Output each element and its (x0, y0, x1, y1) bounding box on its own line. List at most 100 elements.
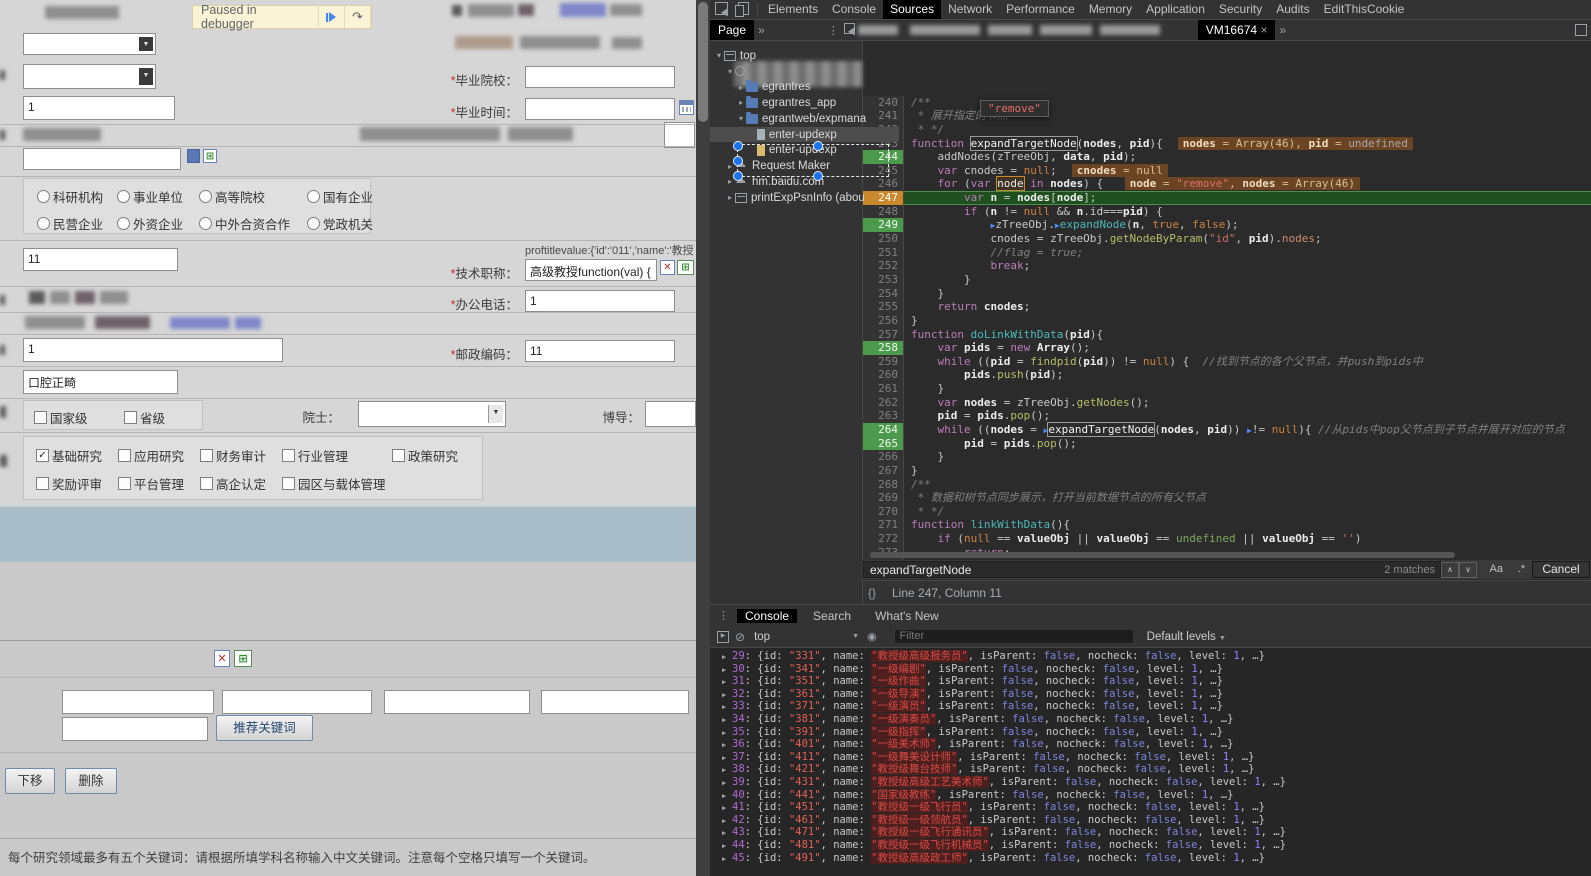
org-name-input[interactable] (23, 148, 181, 170)
checkbox-国家级[interactable]: 国家级 (34, 408, 88, 427)
radio-党政机关[interactable]: 党政机关 (307, 214, 373, 233)
console-array-row[interactable]: ▶29: {id: "331", name: "教授级高级报务员", isPar… (710, 650, 1591, 663)
checkbox-icon[interactable] (200, 449, 213, 462)
match-case-button[interactable]: Aa (1490, 562, 1503, 577)
checkbox-平台管理[interactable]: 平台管理 (118, 474, 184, 493)
tree-item-top[interactable]: ▾top (710, 48, 866, 63)
tab-vm16674[interactable]: VM16674 × (1198, 20, 1276, 40)
org-picker-icon[interactable] (187, 149, 200, 163)
line-number[interactable]: 271 (862, 518, 904, 532)
form-select-2[interactable]: ▼ (23, 64, 156, 89)
office-phone-input[interactable]: 1 (525, 290, 675, 312)
line-number[interactable]: 252 (862, 259, 904, 273)
navigator-menu-icon[interactable]: ⋮ (825, 24, 842, 37)
console-settings-icon[interactable]: ▶ (717, 631, 729, 643)
tree-item-egrantres[interactable]: ▸egrantres (710, 80, 888, 95)
line-number[interactable]: 269 (862, 491, 904, 505)
page-scrollbar-thumb[interactable] (698, 2, 708, 122)
drawer-tab-console[interactable]: Console (737, 609, 797, 623)
recommend-keywords-button[interactable]: 推荐关键词 (216, 715, 313, 741)
line-number[interactable]: 256 (862, 314, 904, 328)
drawer-tab-search[interactable]: Search (805, 609, 859, 623)
expand-triangle-icon[interactable]: ▶ (722, 739, 732, 752)
form-input-1b[interactable]: 1 (23, 338, 283, 362)
radio-科研机构[interactable]: 科研机构 (37, 187, 103, 206)
expand-triangle-icon[interactable]: ▶ (722, 651, 732, 664)
find-next-button[interactable]: ∨ (1459, 562, 1477, 578)
page-scrollbar[interactable] (696, 0, 710, 876)
checkbox-园区与载体管理[interactable]: 园区与载体管理 (282, 474, 386, 493)
find-input[interactable]: expandTargetNode (863, 561, 1441, 578)
tree-item-enter-updexp[interactable]: enter-updexp (710, 127, 899, 142)
radio-中外合资合作[interactable]: 中外合资合作 (199, 214, 290, 233)
devtools-tab-audits[interactable]: Audits (1269, 0, 1316, 19)
devtools-tab-console[interactable]: Console (825, 0, 883, 19)
checkbox-基础研究[interactable]: ✓基础研究 (36, 446, 102, 465)
line-number[interactable]: 262 (862, 396, 904, 410)
expand-triangle-icon[interactable]: ▶ (722, 714, 732, 727)
checkbox-省级[interactable]: 省级 (124, 408, 165, 427)
checkbox-icon[interactable] (36, 477, 49, 490)
line-number-breakpoint[interactable]: 249 (862, 218, 904, 232)
keyword-input-3[interactable] (384, 690, 530, 714)
tree-arrow-icon[interactable]: ▸ (736, 98, 746, 107)
graduate-time-input[interactable] (525, 98, 675, 120)
close-tab-icon[interactable]: × (1260, 23, 1267, 37)
line-number[interactable]: 248 (862, 205, 904, 219)
line-number[interactable]: 255 (862, 300, 904, 314)
pretty-print-icon[interactable]: {} (868, 581, 876, 605)
console-array-row[interactable]: ▶41: {id: "451", name: "教授级一级飞行员", isPar… (710, 801, 1591, 814)
line-number[interactable]: 263 (862, 409, 904, 423)
resume-script-button[interactable] (319, 6, 345, 28)
line-number[interactable]: 267 (862, 464, 904, 478)
console-array-row[interactable]: ▶44: {id: "481", name: "教授级一级飞行机械员", isP… (710, 839, 1591, 852)
selection-handle[interactable] (733, 156, 743, 166)
radio-高等院校[interactable]: 高等院校 (199, 187, 265, 206)
checkbox-icon[interactable] (392, 449, 405, 462)
specialty-input[interactable]: 口腔正畸 (23, 370, 178, 394)
devtools-tab-sources[interactable]: Sources (883, 0, 941, 19)
expand-triangle-icon[interactable]: ▶ (722, 840, 732, 853)
checkbox-icon[interactable] (282, 477, 295, 490)
devtools-tab-performance[interactable]: Performance (999, 0, 1082, 19)
move-down-button[interactable]: 下移 (5, 768, 55, 794)
devtools-tab-elements[interactable]: Elements (761, 0, 825, 19)
tree-item-egrantres-app[interactable]: ▸egrantres_app (710, 95, 888, 110)
radio-circle-icon[interactable] (307, 217, 320, 230)
line-number[interactable]: 266 (862, 450, 904, 464)
line-number-breakpoint[interactable]: 265 (862, 437, 904, 451)
console-array-row[interactable]: ▶32: {id: "361", name: "一级导演", isParent:… (710, 688, 1591, 701)
dropdown-arrow-icon[interactable]: ▼ (488, 405, 503, 423)
checkbox-icon[interactable] (118, 477, 131, 490)
partial-right-input[interactable] (664, 122, 695, 148)
console-array-row[interactable]: ▶37: {id: "411", name: "一级舞美设计师", isPare… (710, 751, 1591, 764)
checkbox-应用研究[interactable]: 应用研究 (118, 446, 184, 465)
keyword-input-4[interactable] (541, 690, 689, 714)
delete-button[interactable]: 删除 (65, 768, 117, 794)
show-navigator-icon[interactable] (842, 23, 858, 37)
dropdown-arrow-icon[interactable]: ▼ (139, 37, 153, 51)
keyword-input-2[interactable] (222, 690, 372, 714)
console-array-row[interactable]: ▶40: {id: "441", name: "国家级教练", isParent… (710, 789, 1591, 802)
tech-title-clear-icon[interactable]: ✕ (660, 260, 675, 275)
expand-triangle-icon[interactable]: ▶ (722, 777, 732, 790)
radio-circle-icon[interactable] (117, 190, 130, 203)
radio-circle-icon[interactable] (37, 217, 50, 230)
keyword-input-5[interactable] (62, 717, 208, 741)
devtools-tab-security[interactable]: Security (1212, 0, 1269, 19)
line-number[interactable]: 261 (862, 382, 904, 396)
radio-circle-icon[interactable] (307, 190, 320, 203)
line-number[interactable]: 268 (862, 478, 904, 492)
tech-title-tree-icon[interactable]: ⊞ (677, 260, 694, 275)
checkbox-财务审计[interactable]: 财务审计 (200, 446, 266, 465)
step-over-button[interactable]: ↷ (345, 6, 371, 28)
tab-page[interactable]: Page (710, 20, 754, 40)
console-filter-input[interactable]: Filter (895, 630, 1133, 643)
keyword-add-icon[interactable]: ⊞ (234, 650, 252, 667)
line-number-breakpoint[interactable]: 264 (862, 423, 904, 437)
form-input-11[interactable]: 11 (23, 248, 178, 271)
inspect-element-button[interactable] (710, 2, 732, 18)
selection-handle[interactable] (733, 141, 743, 151)
form-select-1[interactable]: ▼ (23, 33, 156, 55)
find-previous-button[interactable]: ∧ (1441, 562, 1459, 578)
